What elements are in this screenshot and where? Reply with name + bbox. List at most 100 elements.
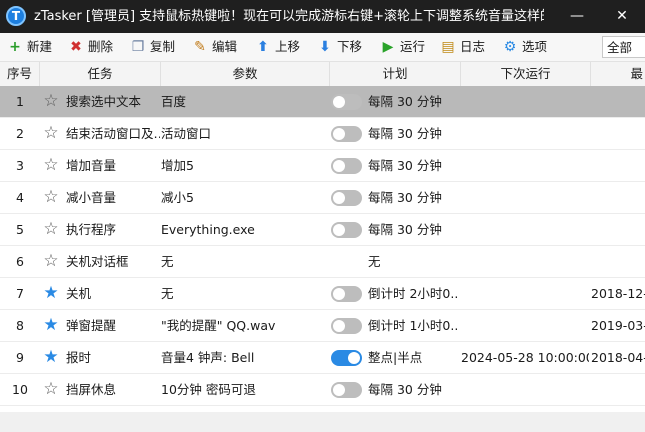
star-outline-icon[interactable]: ☆ <box>40 214 62 245</box>
delete-label: 删除 <box>88 39 114 54</box>
log-button[interactable]: ▤ 日志 <box>441 33 485 61</box>
row-number: 8 <box>16 318 24 333</box>
table-row[interactable]: 6 ☆ 关机对话框 无 无 <box>0 246 645 278</box>
options-label: 选项 <box>522 39 548 54</box>
task-toggle-cell <box>331 342 363 373</box>
row-number: 1 <box>16 94 24 109</box>
star-outline-icon[interactable]: ☆ <box>40 86 62 117</box>
column-header-param[interactable]: 参数 <box>161 62 330 86</box>
edit-button[interactable]: ✎ 编辑 <box>193 33 237 61</box>
task-param: 减小5 <box>161 190 194 205</box>
table-row[interactable]: 3 ☆ 增加音量 增加5 每隔 30 分钟 <box>0 150 645 182</box>
task-param: 10分钟 密码可退 <box>161 382 256 397</box>
task-next-run <box>461 246 589 277</box>
column-header-last-run[interactable]: 最 <box>591 62 645 86</box>
task-last-run <box>591 118 645 149</box>
table-row[interactable]: 1 ☆ 搜索选中文本 百度 每隔 30 分钟 <box>0 86 645 118</box>
arrow-down-icon: ⬇ <box>319 39 331 55</box>
table-row[interactable]: 9 ★ 报时 音量4 钟声: Bell 整点|半点 2024-05-28 10:… <box>0 342 645 374</box>
task-toggle-cell <box>331 374 363 405</box>
star-filled-icon[interactable]: ★ <box>40 278 62 309</box>
toolbar: + 新建 ✖ 删除 ❐ 复制 ✎ 编辑 ⬆ 上移 ⬇ 下移 ▶ 运行 ▤ 日志 ⚙ 选项 全部 <box>0 33 645 62</box>
task-plan: 每隔 30 分钟 <box>368 94 442 109</box>
copy-label: 复制 <box>150 39 176 54</box>
run-button[interactable]: ▶ 运行 <box>381 33 425 61</box>
table-row[interactable]: 10 ☆ 挡屏休息 10分钟 密码可退 每隔 30 分钟 <box>0 374 645 406</box>
table-row[interactable]: 5 ☆ 执行程序 Everything.exe 每隔 30 分钟 <box>0 214 645 246</box>
enable-toggle[interactable] <box>331 286 362 302</box>
task-param: 音量4 钟声: Bell <box>161 350 255 365</box>
task-toggle-cell <box>331 182 363 213</box>
column-header-plan[interactable]: 计划 <box>330 62 461 86</box>
star-outline-icon[interactable]: ☆ <box>40 118 62 149</box>
copy-button[interactable]: ❐ 复制 <box>131 33 175 61</box>
task-last-run: 2018-04- <box>591 350 645 365</box>
row-number: 2 <box>16 126 24 141</box>
task-name: 挡屏休息 <box>66 382 117 397</box>
task-toggle-cell <box>331 278 363 309</box>
enable-toggle[interactable] <box>331 222 362 238</box>
task-last-run: 2019-03- <box>591 318 645 333</box>
column-header-task[interactable]: 任务 <box>40 62 161 86</box>
task-plan: 每隔 30 分钟 <box>368 190 442 205</box>
delete-x-icon: ✖ <box>70 39 82 55</box>
task-name: 报时 <box>66 350 92 365</box>
minimize-button[interactable]: — <box>554 0 600 33</box>
horizontal-scrollbar[interactable] <box>0 412 645 432</box>
star-filled-icon[interactable]: ★ <box>40 310 62 341</box>
delete-button[interactable]: ✖ 删除 <box>69 33 113 61</box>
column-header-next-run[interactable]: 下次运行 <box>461 62 591 86</box>
move-up-button[interactable]: ⬆ 上移 <box>256 33 300 61</box>
task-param: 百度 <box>161 94 187 109</box>
star-outline-icon[interactable]: ☆ <box>40 374 62 405</box>
task-toggle-cell <box>331 86 363 117</box>
plus-icon: + <box>9 39 21 55</box>
task-next-run <box>461 374 589 405</box>
task-last-run <box>591 246 645 277</box>
table-row[interactable]: 7 ★ 关机 无 倒计时 2小时0... 2018-12- <box>0 278 645 310</box>
window-title: zTasker [管理员] 支持鼠标热键啦！现在可以完成游标右键+滚轮上下调整系… <box>34 9 544 24</box>
star-filled-icon[interactable]: ★ <box>40 342 62 373</box>
app-logo-icon: T <box>6 6 26 26</box>
table-row[interactable]: 4 ☆ 减小音量 减小5 每隔 30 分钟 <box>0 182 645 214</box>
enable-toggle[interactable] <box>331 190 362 206</box>
enable-toggle[interactable] <box>331 94 362 110</box>
task-plan: 整点|半点 <box>368 350 423 365</box>
star-outline-icon[interactable]: ☆ <box>40 150 62 181</box>
enable-toggle[interactable] <box>331 126 362 142</box>
enable-toggle[interactable] <box>331 382 362 398</box>
task-plan: 倒计时 1小时0... <box>368 318 458 333</box>
copy-icon: ❐ <box>131 39 145 55</box>
enable-toggle[interactable] <box>331 158 362 174</box>
title-bar: T zTasker [管理员] 支持鼠标热键啦！现在可以完成游标右键+滚轮上下调… <box>0 0 645 33</box>
task-plan: 每隔 30 分钟 <box>368 126 442 141</box>
task-name: 弹窗提醒 <box>66 318 117 333</box>
star-outline-icon[interactable]: ☆ <box>40 246 62 277</box>
filter-select[interactable]: 全部 <box>602 36 645 58</box>
enable-toggle[interactable] <box>331 318 362 334</box>
task-next-run: 2024-05-28 10:00:00 <box>461 350 589 365</box>
task-toggle-cell <box>331 214 363 245</box>
move-down-label: 下移 <box>337 39 363 54</box>
new-button[interactable]: + 新建 <box>8 33 52 61</box>
task-last-run <box>591 150 645 181</box>
column-header-num[interactable]: 序号 <box>0 62 40 86</box>
run-label: 运行 <box>400 39 426 54</box>
table-row[interactable]: 2 ☆ 结束活动窗口及… 活动窗口 每隔 30 分钟 <box>0 118 645 150</box>
task-name: 执行程序 <box>66 222 117 237</box>
task-param: 无 <box>161 286 174 301</box>
move-down-button[interactable]: ⬇ 下移 <box>318 33 362 61</box>
move-up-label: 上移 <box>275 39 301 54</box>
star-outline-icon[interactable]: ☆ <box>40 182 62 213</box>
task-name: 增加音量 <box>66 158 117 173</box>
arrow-up-icon: ⬆ <box>257 39 269 55</box>
options-button[interactable]: ⚙ 选项 <box>503 33 547 61</box>
enable-toggle[interactable] <box>331 350 362 366</box>
task-next-run <box>461 150 589 181</box>
task-toggle-cell <box>331 310 363 341</box>
close-button[interactable]: ✕ <box>599 0 645 33</box>
task-name: 搜索选中文本 <box>66 94 142 109</box>
new-label: 新建 <box>27 39 53 54</box>
table-row[interactable]: 8 ★ 弹窗提醒 "我的提醒" QQ.wav 倒计时 1小时0... 2019-… <box>0 310 645 342</box>
task-plan: 每隔 30 分钟 <box>368 382 442 397</box>
